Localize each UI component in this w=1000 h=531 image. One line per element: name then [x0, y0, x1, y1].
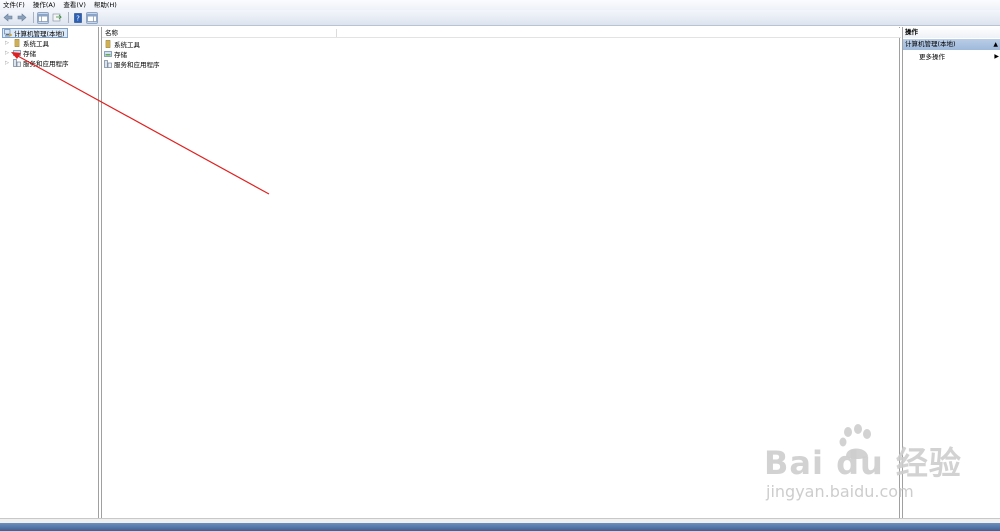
- show-hide-action-pane-button[interactable]: [86, 11, 98, 24]
- svg-text:?: ?: [76, 14, 80, 22]
- expand-arrow-icon[interactable]: ▷: [4, 50, 10, 56]
- tree-node-system-tools[interactable]: ▷ 系统工具: [4, 38, 49, 48]
- tree-node-services-apps[interactable]: ▷ 服务和应用程序: [4, 58, 69, 68]
- tree-root-computer-management[interactable]: 计算机管理(本地): [2, 28, 68, 38]
- help-icon: ?: [74, 12, 82, 23]
- column-divider[interactable]: [336, 29, 337, 37]
- system-tools-icon: [104, 40, 112, 48]
- column-header-name[interactable]: 名称: [102, 28, 118, 38]
- more-actions-item[interactable]: 更多操作 ▶: [919, 52, 999, 62]
- actions-section-label: 计算机管理(本地): [905, 40, 956, 48]
- actions-section-header[interactable]: 计算机管理(本地) ▲: [903, 39, 1000, 50]
- menu-help[interactable]: 帮助(H): [94, 0, 117, 10]
- show-hide-tree-icon: [38, 13, 48, 22]
- console-tree-pane: 计算机管理(本地) ▷ 系统工具 ▷ 存储 ▷ 服务和应用程序: [0, 27, 99, 518]
- menu-bar: 文件(F) 操作(A) 查看(V) 帮助(H): [0, 0, 1000, 10]
- list-item-system-tools[interactable]: 系统工具: [104, 39, 140, 49]
- submenu-arrow-icon: ▶: [994, 53, 999, 60]
- tree-node-label: 服务和应用程序: [23, 60, 69, 68]
- watermark-url: jingyan.baidu.com: [766, 482, 914, 501]
- toolbar: ?: [0, 10, 1000, 26]
- help-button[interactable]: ?: [72, 12, 84, 24]
- list-item-label: 系统工具: [114, 41, 140, 49]
- list-item-services-apps[interactable]: 服务和应用程序: [104, 59, 160, 69]
- forward-icon: [17, 13, 27, 22]
- toolbar-separator: [33, 12, 34, 23]
- tree-node-label: 系统工具: [23, 40, 49, 48]
- toolbar-separator: [68, 12, 69, 23]
- expand-arrow-icon[interactable]: ▷: [4, 40, 10, 46]
- services-apps-icon: [104, 60, 112, 68]
- actions-pane-title: 操作: [903, 27, 1000, 38]
- storage-icon: [104, 50, 112, 58]
- list-item-storage[interactable]: 存储: [104, 49, 127, 59]
- baidu-watermark: Bai du 经验 jingyan.baidu.com: [760, 420, 980, 520]
- taskbar-strip: [0, 523, 1000, 531]
- list-item-label: 存储: [114, 51, 127, 59]
- back-button[interactable]: [2, 12, 14, 24]
- tree-node-storage[interactable]: ▷ 存储: [4, 48, 36, 58]
- forward-button[interactable]: [16, 12, 28, 24]
- computer-management-window: 文件(F) 操作(A) 查看(V) 帮助(H) ? 计算机管理(本地) ▷ 系统…: [0, 0, 1000, 531]
- back-icon: [3, 13, 13, 22]
- services-apps-icon: [13, 59, 21, 67]
- list-header: 名称: [102, 28, 901, 38]
- storage-icon: [13, 49, 21, 57]
- export-list-button[interactable]: [51, 12, 63, 24]
- menu-file[interactable]: 文件(F): [3, 0, 25, 10]
- show-hide-tree-button[interactable]: [37, 11, 49, 24]
- show-hide-action-pane-icon: [87, 13, 97, 22]
- tree-node-label: 存储: [23, 50, 36, 58]
- menu-action[interactable]: 操作(A): [33, 0, 56, 10]
- export-list-icon: [52, 13, 62, 22]
- computer-management-icon: [4, 29, 12, 37]
- tree-root-label: 计算机管理(本地): [14, 30, 65, 38]
- menu-view[interactable]: 查看(V): [63, 0, 86, 10]
- list-item-label: 服务和应用程序: [114, 61, 160, 69]
- watermark-brand: Bai du 经验: [764, 444, 962, 482]
- more-actions-label: 更多操作: [919, 53, 945, 61]
- expand-arrow-icon[interactable]: ▷: [4, 60, 10, 66]
- collapse-up-icon[interactable]: ▲: [993, 39, 998, 50]
- system-tools-icon: [13, 39, 21, 47]
